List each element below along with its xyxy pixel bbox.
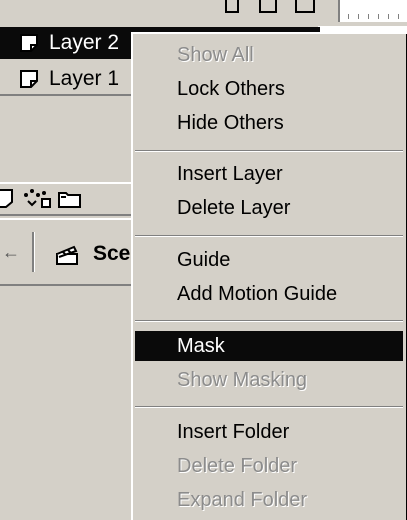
menu-item-mask[interactable]: Mask bbox=[135, 331, 403, 361]
menu-separator bbox=[135, 150, 403, 152]
menu-item-show-masking[interactable]: Show Masking bbox=[135, 365, 403, 395]
layer-label: Layer 1 bbox=[49, 67, 120, 90]
menu-item-insert-folder[interactable]: Insert Folder bbox=[135, 417, 403, 447]
layer-toolbar-icons bbox=[0, 186, 84, 210]
eye-column-icon[interactable] bbox=[225, 0, 239, 13]
menu-item-add-motion-guide[interactable]: Add Motion Guide bbox=[135, 279, 403, 309]
outline-column-icon[interactable] bbox=[295, 0, 315, 13]
divider bbox=[32, 232, 35, 272]
timeline-header-icons bbox=[225, 0, 335, 14]
back-arrow-icon[interactable]: ← bbox=[2, 242, 20, 262]
menu-item-hide-others[interactable]: Hide Others bbox=[135, 108, 403, 138]
menu-separator bbox=[135, 406, 403, 408]
layer-context-menu: Show All Lock Others Hide Others Insert … bbox=[131, 32, 407, 520]
layer-page-icon bbox=[20, 34, 38, 52]
frame-ruler[interactable] bbox=[338, 0, 407, 22]
menu-separator bbox=[135, 235, 403, 237]
menu-item-insert-layer[interactable]: Insert Layer bbox=[135, 159, 403, 189]
insert-layer-icon[interactable] bbox=[0, 187, 20, 209]
layer-page-icon bbox=[20, 70, 38, 88]
clapperboard-icon bbox=[56, 245, 78, 265]
lock-column-icon[interactable] bbox=[259, 0, 277, 13]
add-motion-guide-icon[interactable] bbox=[20, 187, 56, 209]
menu-item-guide[interactable]: Guide bbox=[135, 245, 403, 275]
insert-folder-icon[interactable] bbox=[56, 187, 84, 209]
menu-item-delete-folder[interactable]: Delete Folder bbox=[135, 451, 403, 481]
menu-item-lock-others[interactable]: Lock Others bbox=[135, 74, 403, 104]
layer-label: Layer 2 bbox=[49, 31, 120, 54]
scene-label[interactable]: Sce bbox=[93, 242, 133, 266]
menu-separator bbox=[135, 320, 403, 322]
menu-item-delete-layer[interactable]: Delete Layer bbox=[135, 193, 403, 223]
menu-item-expand-folder[interactable]: Expand Folder bbox=[135, 485, 403, 515]
menu-item-show-all[interactable]: Show All bbox=[135, 40, 403, 70]
